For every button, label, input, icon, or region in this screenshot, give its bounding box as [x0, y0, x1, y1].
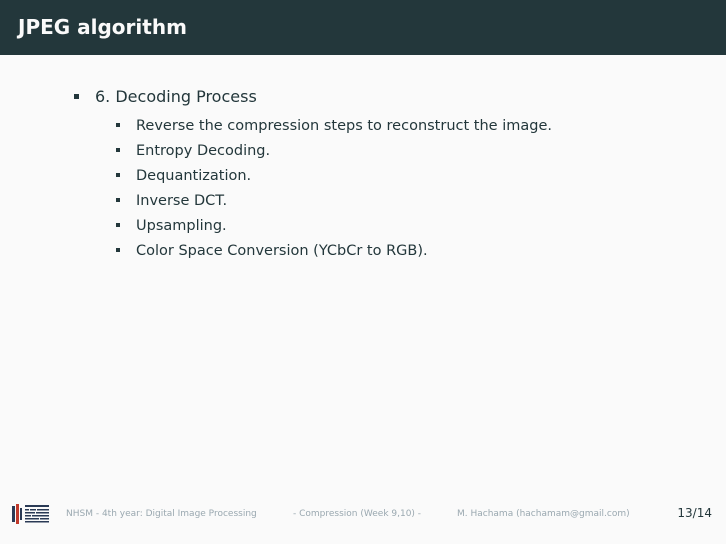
footer-course: NHSM - 4th year: Digital Image Processin… [66, 509, 257, 519]
sub-list-item-label: Reverse the compression steps to reconst… [136, 118, 552, 134]
bullet-icon [116, 223, 120, 227]
nhsm-logo-icon [12, 504, 49, 524]
sub-list-item-label: Color Space Conversion (YCbCr to RGB). [136, 243, 428, 259]
sub-list-item-label: Entropy Decoding. [136, 143, 271, 159]
sub-list-item-label: Upsampling. [136, 218, 227, 234]
sub-list-item: Dequantization. [116, 166, 251, 186]
sub-list-item-label: Dequantization. [136, 168, 252, 184]
bullet-icon [116, 148, 120, 152]
bullet-icon [74, 94, 79, 99]
bullet-icon [116, 173, 120, 177]
bullet-icon [116, 198, 120, 202]
sub-list-item: Entropy Decoding. [116, 141, 270, 161]
sub-list-item-label: Inverse DCT. [136, 193, 228, 209]
slide-title: JPEG algorithm [18, 15, 187, 39]
footer-section: - Compression (Week 9,10) - [293, 509, 422, 519]
bullet-icon [116, 248, 120, 252]
sub-list-item: Upsampling. [116, 216, 227, 236]
page-number: 13/14 [677, 506, 712, 520]
sub-list-item: Reverse the compression steps to reconst… [116, 116, 552, 136]
sub-list-item: Inverse DCT. [116, 191, 227, 211]
slide-title-bar: JPEG algorithm [0, 0, 726, 55]
slide-footer: NHSM - 4th year: Digital Image Processin… [0, 498, 726, 532]
main-list-item-label: 6. Decoding Process [95, 87, 257, 106]
footer-author: M. Hachama (hachamam@gmail.com) [457, 509, 630, 519]
bullet-icon [116, 123, 120, 127]
sub-list-item: Color Space Conversion (YCbCr to RGB). [116, 241, 428, 261]
main-list-item: 6. Decoding Process [74, 86, 257, 108]
